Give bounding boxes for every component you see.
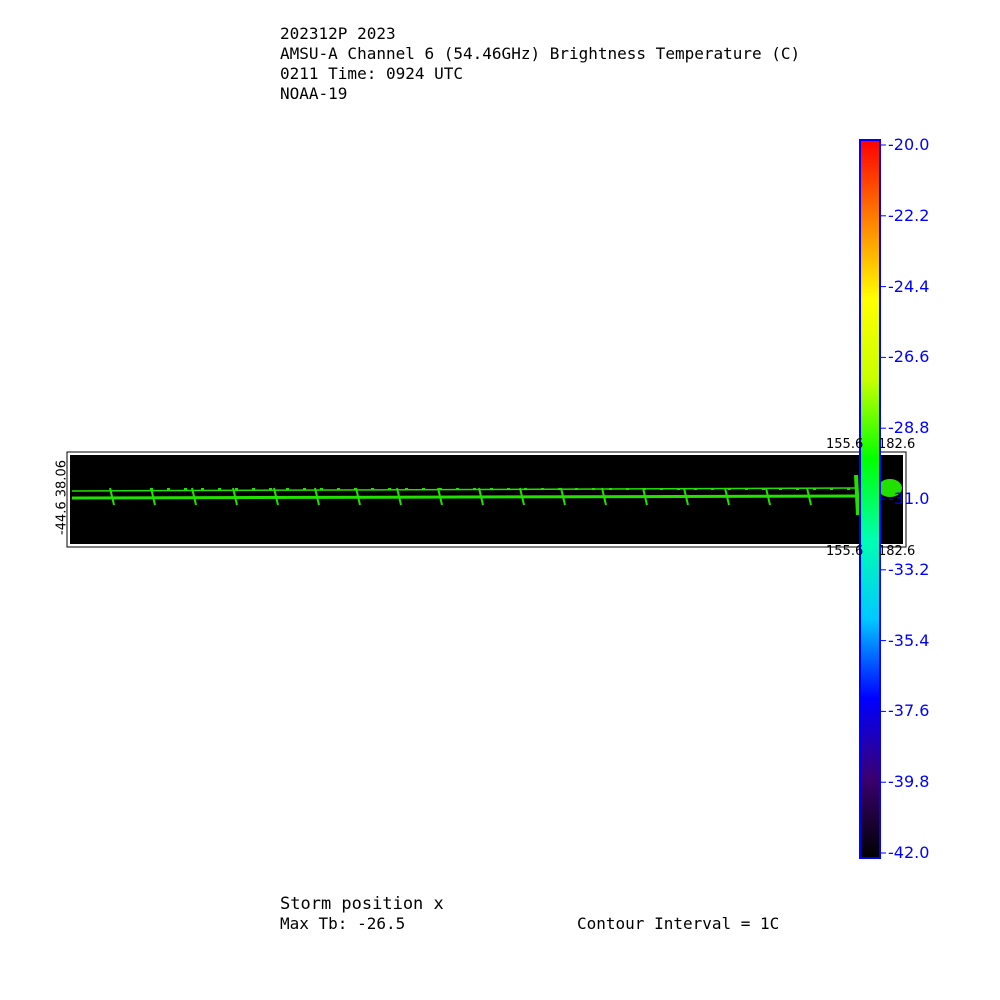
contour-line xyxy=(71,494,859,500)
bottom-left-label: 155.6 xyxy=(826,544,864,559)
colorbar-tick-label: -39.8 xyxy=(888,772,930,792)
storm-position: Storm position x xyxy=(280,894,444,914)
contour-interval: Contour Interval = 1C xyxy=(577,914,780,933)
colorbar-tick-label: -28.8 xyxy=(888,418,930,438)
colorbar-tick-label: -26.6 xyxy=(888,347,930,367)
top-right-label: 182.6 xyxy=(878,437,916,452)
left-axis-label: -44.6 38.06 xyxy=(54,460,70,535)
colorbar-tick-label: -33.2 xyxy=(888,559,930,579)
colorbar-tick-label: -22.2 xyxy=(888,205,930,225)
title-line-1: 202312P 2023 xyxy=(280,24,396,43)
colorbar-tick-label: -35.4 xyxy=(888,630,930,650)
contour-line xyxy=(854,474,860,516)
colorbar-tick-label: -37.6 xyxy=(888,701,930,721)
bottom-right-label: 182.6 xyxy=(878,544,916,559)
colorbar-tick-label: -42.0 xyxy=(888,843,930,862)
title-line-2: AMSU-A Channel 6 (54.46GHz) Brightness T… xyxy=(280,44,801,63)
chart-canvas xyxy=(66,139,907,859)
top-left-label: 155.6 xyxy=(826,437,864,452)
title-line-3: 0211 Time: 0924 UTC xyxy=(280,64,464,83)
colorbar-tick-label: -24.4 xyxy=(888,276,930,296)
colorbar xyxy=(859,139,881,859)
title-line-4: NOAA-19 xyxy=(280,84,348,103)
colorbar-tick-label: -31.0 xyxy=(888,489,930,508)
colorbar-tick-label: -20.0 xyxy=(888,135,930,154)
max-tb: Max Tb: -26.5 xyxy=(280,914,406,933)
